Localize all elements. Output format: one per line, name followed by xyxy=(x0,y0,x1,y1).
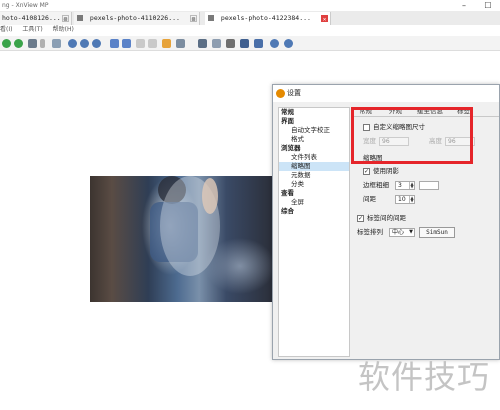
chevron-down-icon: ▼ xyxy=(409,229,413,235)
image-icon xyxy=(208,15,214,21)
border-width-input[interactable]: 3 ▲ ▼ xyxy=(395,181,415,190)
zoom-out-icon[interactable] xyxy=(80,39,89,48)
minimize-button[interactable]: – xyxy=(452,0,476,11)
close-tab-icon[interactable]: ⊠ xyxy=(190,15,197,23)
crop-icon[interactable] xyxy=(198,39,207,48)
close-tab-icon[interactable]: ✕ xyxy=(321,15,328,23)
menu-bar: 看(I) 工具(T) 帮助(H) xyxy=(0,25,500,35)
image-icon xyxy=(77,15,83,21)
border-width-label: 边框粗细 xyxy=(363,181,389,189)
shadow-label: 使用阴影 xyxy=(373,167,399,175)
window-title: ng - XnView MP xyxy=(2,2,49,9)
save-icon[interactable] xyxy=(240,39,249,48)
menu-view[interactable]: 看(I) xyxy=(0,26,12,33)
shadow-checkbox[interactable]: ✓ xyxy=(363,168,370,175)
tree-item-view[interactable]: 查看 xyxy=(279,189,349,198)
border-width-value: 3 xyxy=(398,182,402,189)
tab-image-2[interactable]: pexels-photo-4110226... ⊠ xyxy=(74,12,200,25)
watermark-text: 软件技巧 xyxy=(358,358,491,396)
spacing-label: 间距 xyxy=(363,195,376,203)
tab-label: hoto-4108126.... xyxy=(2,14,65,22)
maximize-button[interactable]: ☐ xyxy=(476,0,500,11)
rotate-icon[interactable] xyxy=(176,39,185,48)
tab-bar: hoto-4108126.... ⊠ pexels-photo-4110226.… xyxy=(0,11,500,25)
tree-item-autocorrect[interactable]: 自动文字校正 xyxy=(279,126,349,135)
tree-item-metadata[interactable]: 元数据 xyxy=(279,171,349,180)
window-controls: – ☐ xyxy=(452,0,500,11)
tree-item-interface[interactable]: 界面 xyxy=(279,117,349,126)
dialog-titlebar: 设置 xyxy=(273,85,499,102)
spacing-value: 10 xyxy=(398,196,406,203)
highlight-box xyxy=(351,107,473,164)
tree-item-general[interactable]: 常规 xyxy=(279,108,349,117)
dialog-title: 设置 xyxy=(287,89,301,97)
back-icon[interactable] xyxy=(2,39,11,48)
previous-icon[interactable] xyxy=(110,39,119,48)
label-align-label: 标签排列 xyxy=(357,228,383,236)
slideshow-icon[interactable] xyxy=(52,39,61,48)
favorite-icon[interactable] xyxy=(162,39,171,48)
window-titlebar: ng - XnView MP – ☐ xyxy=(0,0,500,11)
tab-image-3[interactable]: pexels-photo-4122384... ✕ xyxy=(205,12,331,25)
open-icon[interactable] xyxy=(28,39,37,48)
photo-preview xyxy=(90,176,272,302)
forward-icon[interactable] xyxy=(14,39,23,48)
tree-item-thumbnails[interactable]: 缩略图 xyxy=(279,162,349,171)
info-icon[interactable] xyxy=(284,39,293,48)
last-icon[interactable] xyxy=(148,39,157,48)
next-icon[interactable] xyxy=(122,39,131,48)
tree-item-format[interactable]: 格式 xyxy=(279,135,349,144)
menu-help[interactable]: 帮助(H) xyxy=(53,26,74,33)
tree-item-misc[interactable]: 综合 xyxy=(279,207,349,216)
dropdown-icon[interactable] xyxy=(40,39,45,48)
close-tab-icon[interactable]: ⊠ xyxy=(62,15,69,23)
tab-image-1[interactable]: hoto-4108126.... ⊠ xyxy=(0,12,72,25)
tab-label: pexels-photo-4122384... xyxy=(220,14,311,22)
tree-item-fullscreen[interactable]: 全屏 xyxy=(279,198,349,207)
tree-item-file-list[interactable]: 文件列表 xyxy=(279,153,349,162)
spacing-input[interactable]: 10 ▲ ▼ xyxy=(395,195,415,204)
edit-icon[interactable] xyxy=(212,39,221,48)
print-icon[interactable] xyxy=(226,39,235,48)
border-color-swatch[interactable] xyxy=(419,181,439,190)
photo-figure xyxy=(150,176,220,276)
tree-item-browser[interactable]: 浏览器 xyxy=(279,144,349,153)
settings-category-tree: 常规 界面 自动文字校正 格式 浏览器 文件列表 缩略图 元数据 分类 查看 全… xyxy=(278,107,350,357)
menu-tools[interactable]: 工具(T) xyxy=(22,26,42,33)
tree-item-categories[interactable]: 分类 xyxy=(279,180,349,189)
settings-icon[interactable] xyxy=(270,39,279,48)
toolbar xyxy=(0,36,500,51)
label-align-value: 中心 xyxy=(392,229,405,236)
gear-icon xyxy=(276,89,285,98)
spinner-icon[interactable]: ▲ ▼ xyxy=(409,182,414,189)
label-align-select[interactable]: 中心 ▼ xyxy=(389,228,415,237)
fullscreen-icon[interactable] xyxy=(254,39,263,48)
label-spacing-label: 标签间的间距 xyxy=(367,214,406,222)
first-icon[interactable] xyxy=(136,39,145,48)
zoom-fit-icon[interactable] xyxy=(92,39,101,48)
font-button[interactable]: SimSun xyxy=(419,227,455,238)
spinner-icon[interactable]: ▲ ▼ xyxy=(409,196,414,203)
zoom-in-icon[interactable] xyxy=(68,39,77,48)
tab-label: pexels-photo-4110226... xyxy=(89,14,180,22)
label-spacing-checkbox[interactable]: ✓ xyxy=(357,215,364,222)
